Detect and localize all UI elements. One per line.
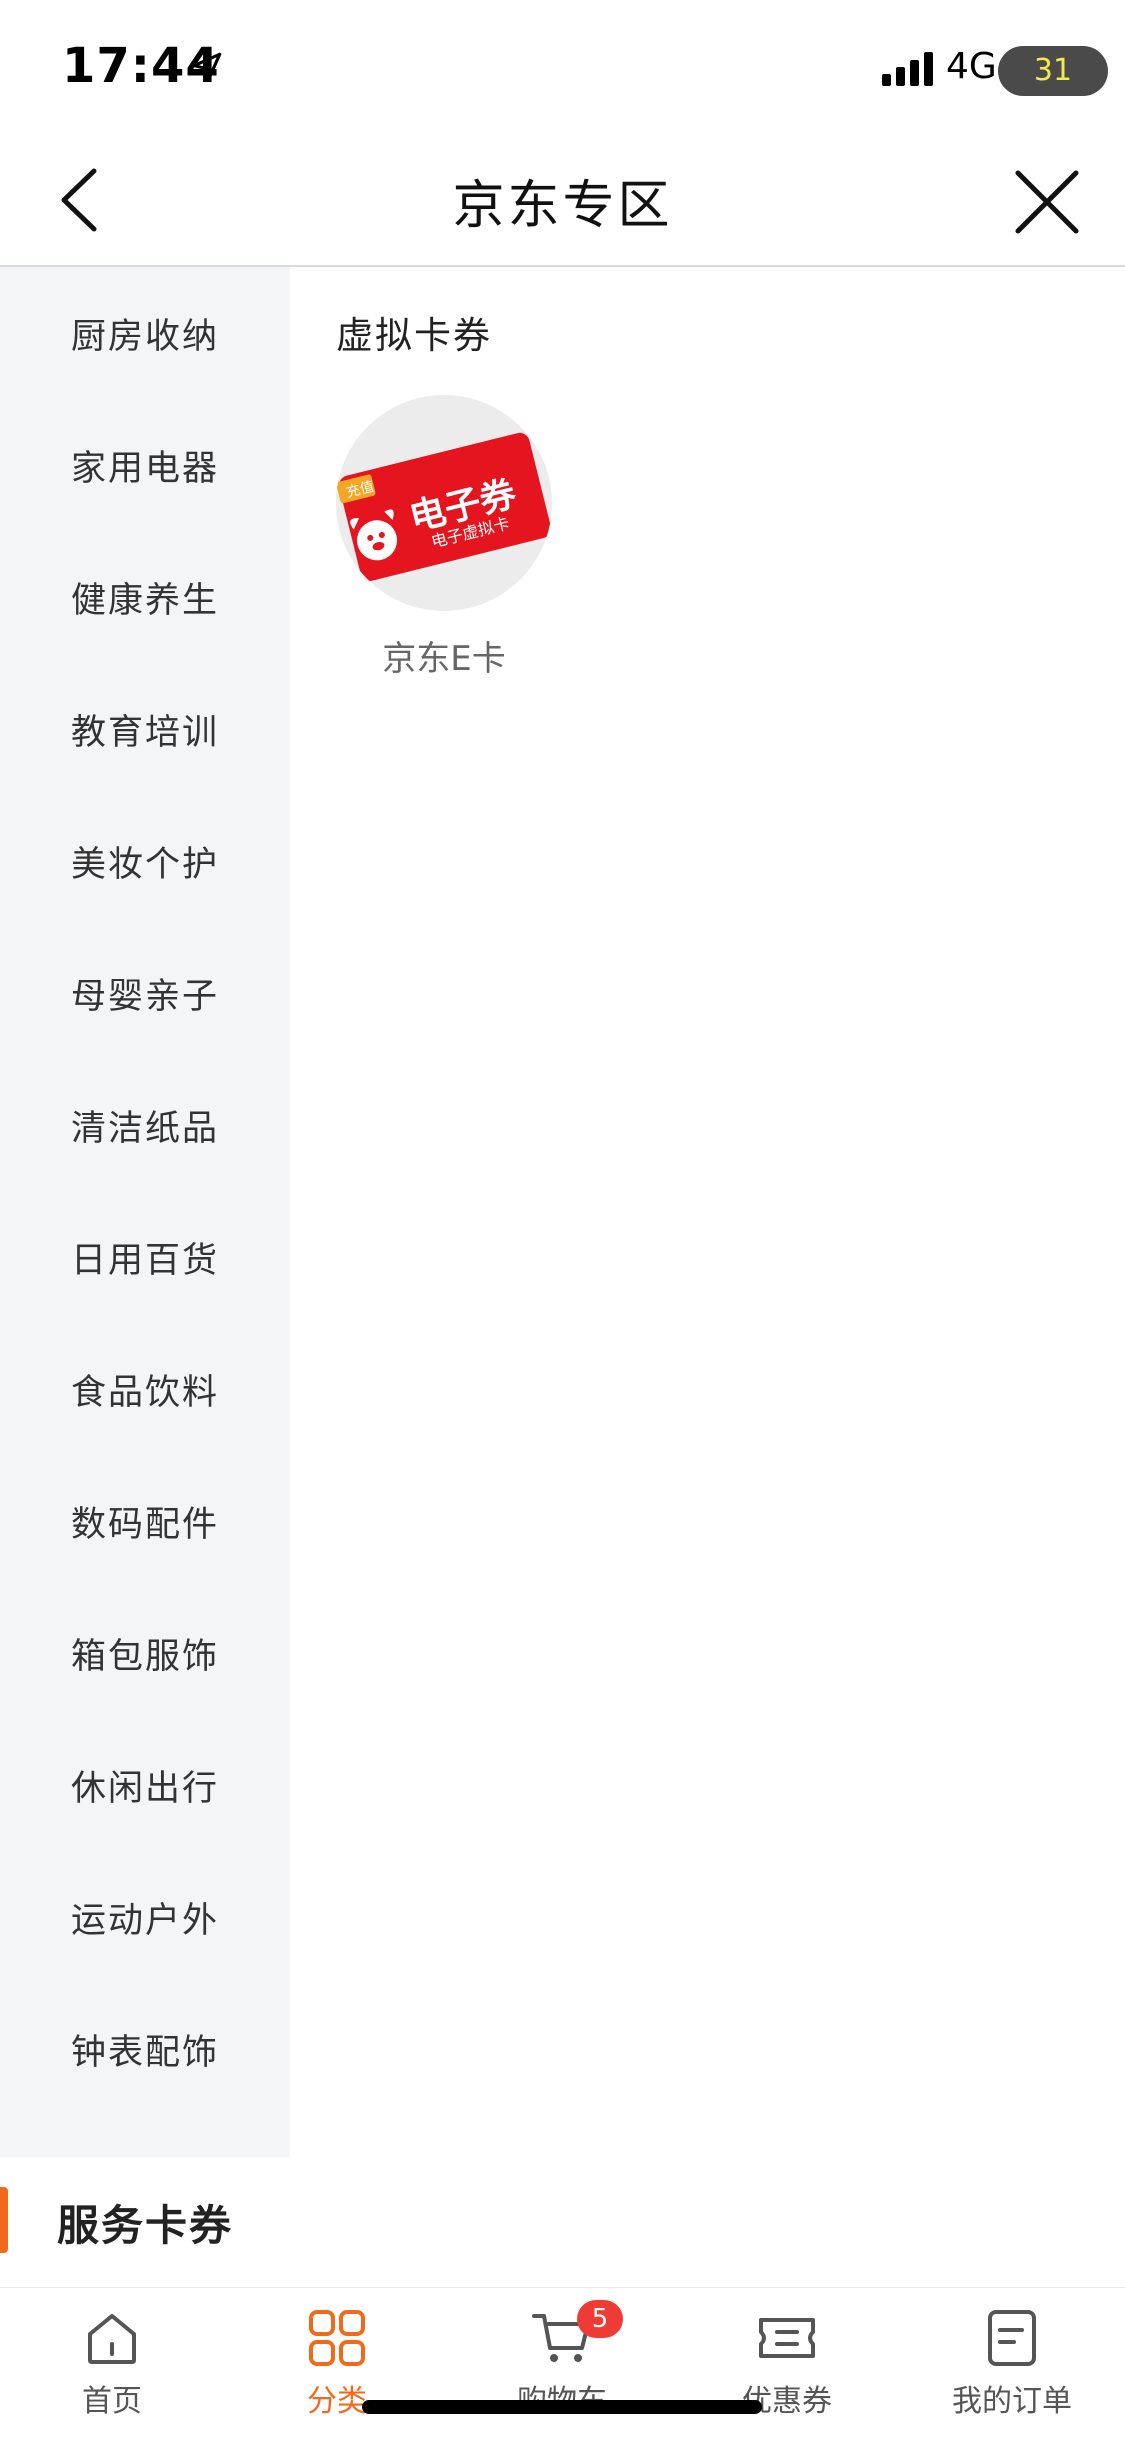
sidebar-item-appliances[interactable]: 家用电器: [0, 399, 290, 531]
sidebar-item-watches[interactable]: 钟表配饰: [0, 1983, 290, 2115]
signal-icon: [882, 52, 933, 86]
product-image: 充值 电子券 电子虚拟卡: [336, 395, 552, 611]
sidebar-item-sports[interactable]: 运动户外: [0, 1851, 290, 1983]
cart-badge: 5: [577, 2300, 623, 2338]
category-sidebar: 厨房收纳 家用电器 健康养生 教育培训 美妆个护 母婴亲子 清洁纸品 日用百货 …: [0, 267, 290, 2157]
sidebar-item-label: 美妆个护: [70, 844, 219, 885]
sidebar-item-label: 钟表配饰: [70, 2032, 219, 2073]
product-label: 京东E卡: [382, 639, 506, 679]
tab-home[interactable]: 首页: [37, 2306, 187, 2420]
sidebar-item-label: 清洁纸品: [70, 1108, 219, 1149]
sidebar-item-label: 厨房收纳: [70, 316, 219, 357]
bottom-tab-bar: 首页 分类 5 购物车 优惠券 我的订单: [0, 2287, 1125, 2437]
sidebar-item-beauty[interactable]: 美妆个护: [0, 795, 290, 927]
sidebar-item-label: 食品饮料: [70, 1372, 219, 1413]
sidebar-item-leisure[interactable]: 休闲出行: [0, 1719, 290, 1851]
sidebar-item-label: 服务卡券: [56, 2200, 233, 2250]
network-type: 4G: [946, 46, 997, 87]
category-content: 虚拟卡券 充值 电子券 电子虚拟卡 京东E卡: [290, 267, 1125, 2287]
home-icon: [88, 2314, 136, 2364]
sidebar-item-label: 家用电器: [70, 448, 219, 489]
tab-label: 我的订单: [952, 2384, 1072, 2419]
status-bar: 17:44 4G 31: [0, 0, 1125, 135]
sidebar-item-bags[interactable]: 箱包服饰: [0, 1587, 290, 1719]
sidebar-item-label: 健康养生: [70, 580, 219, 621]
sidebar-item-kitchen[interactable]: 厨房收纳: [0, 267, 290, 399]
sidebar-active-area: 服务卡券: [0, 2157, 290, 2287]
category-icon: [309, 2310, 365, 2366]
section-title: 虚拟卡券: [336, 314, 492, 357]
sidebar-item-label: 母婴亲子: [70, 976, 219, 1017]
sidebar-item-label: 运动户外: [70, 1900, 219, 1941]
sidebar-item-label: 教育培训: [70, 712, 219, 753]
sidebar-item-label: 数码配件: [70, 1504, 219, 1545]
order-icon: [988, 2310, 1036, 2366]
battery-indicator: 31: [998, 46, 1108, 96]
sidebar-item-education[interactable]: 教育培训: [0, 663, 290, 795]
close-icon[interactable]: [1012, 167, 1082, 237]
sidebar-item-food[interactable]: 食品饮料: [0, 1323, 290, 1455]
page-title: 京东专区: [452, 176, 673, 236]
sidebar-item-label: 休闲出行: [70, 1768, 219, 1809]
home-indicator: [362, 2400, 762, 2414]
nav-bar: 京东专区: [0, 135, 1125, 267]
sidebar-item-label: 箱包服饰: [70, 1636, 219, 1677]
tab-orders[interactable]: 我的订单: [937, 2306, 1087, 2420]
sidebar-item-label: 日用百货: [70, 1240, 219, 1281]
sidebar-item-baby[interactable]: 母婴亲子: [0, 927, 290, 1059]
sidebar-item-digital[interactable]: 数码配件: [0, 1455, 290, 1587]
tab-label: 首页: [82, 2384, 142, 2419]
product-jd-ecard[interactable]: 充值 电子券 电子虚拟卡 京东E卡: [336, 395, 552, 680]
coupon-icon: [759, 2318, 815, 2358]
sidebar-item-cleaning[interactable]: 清洁纸品: [0, 1059, 290, 1191]
active-indicator: [0, 2187, 8, 2253]
location-arrow-icon: [192, 52, 222, 82]
sidebar-item-health[interactable]: 健康养生: [0, 531, 290, 663]
sidebar-item-service-cards[interactable]: 服务卡券: [0, 2157, 290, 2287]
sidebar-item-daily[interactable]: 日用百货: [0, 1191, 290, 1323]
